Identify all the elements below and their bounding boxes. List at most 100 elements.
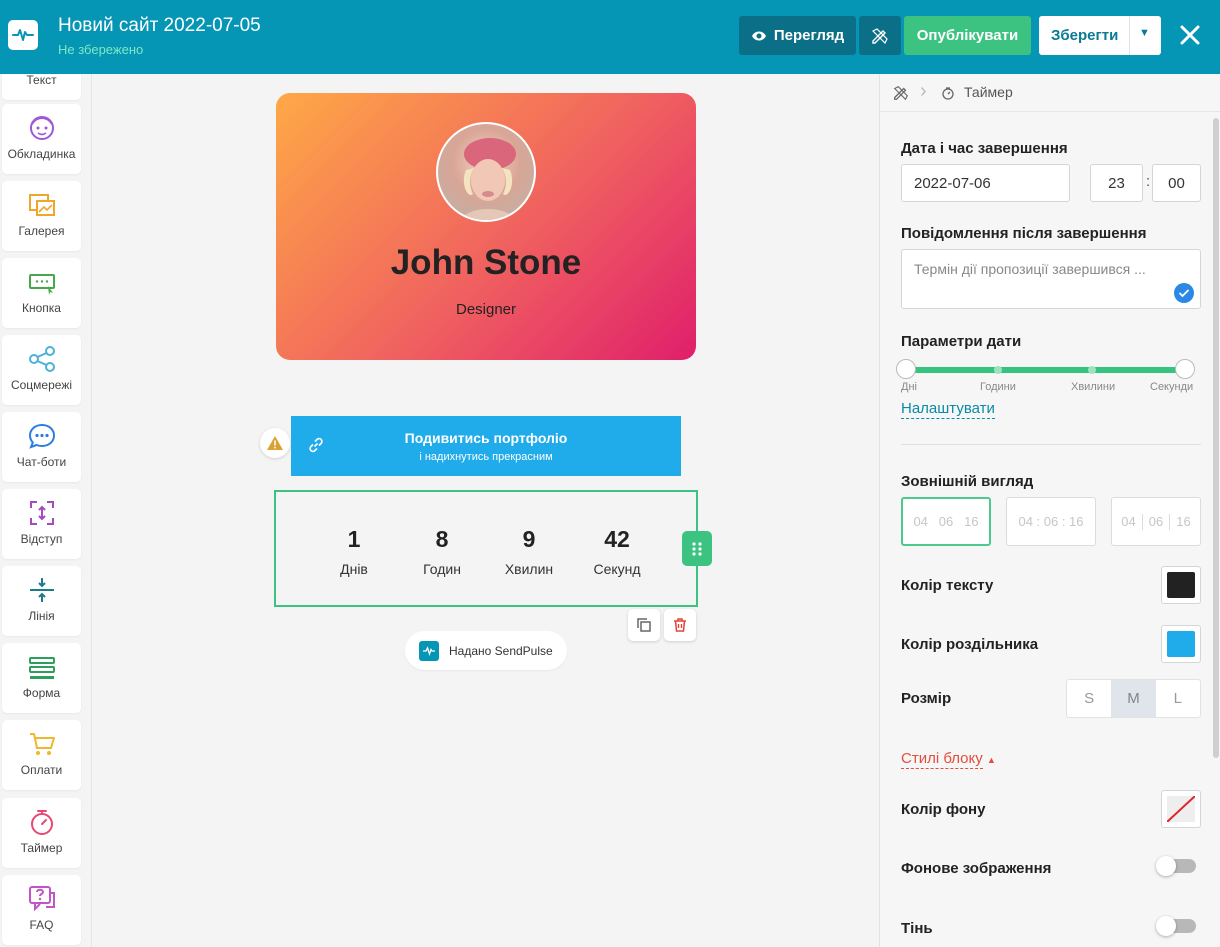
sidebar-item-faq[interactable]: FAQ: [2, 875, 81, 945]
sidebar-item-label: Таймер: [20, 841, 63, 855]
eye-icon: [751, 31, 766, 40]
sendpulse-logo-icon: [419, 640, 439, 661]
timer-value: 9: [522, 526, 536, 552]
timer-unit: Хвилин: [504, 561, 554, 577]
sidebar-item-spacing[interactable]: Відступ: [2, 489, 81, 559]
bg-color-swatch[interactable]: [1161, 790, 1201, 828]
duplicate-button[interactable]: [628, 609, 660, 641]
text-color-label: Колір тексту: [901, 577, 994, 594]
form-icon: [26, 651, 58, 683]
option-days: 04: [1121, 514, 1136, 529]
sidebar-item-line[interactable]: Лінія: [2, 566, 81, 636]
save-divider: [1129, 16, 1130, 55]
timer-unit: Днів: [340, 561, 368, 577]
sidebar-item-label: Оплати: [20, 763, 63, 777]
check-icon: [1174, 283, 1194, 303]
sidebar-item-chatbots[interactable]: Чат-боти: [2, 412, 81, 482]
portfolio-button-subtitle: і надихнутись прекрасним: [419, 451, 553, 463]
sidebar-item-label: Галерея: [18, 224, 65, 238]
bg-color-label: Колір фону: [901, 801, 986, 818]
share-icon: [26, 343, 58, 375]
profile-role: Designer: [455, 301, 517, 318]
appearance-option-spaced[interactable]: 04 06 16: [901, 497, 991, 546]
time-separator: :: [1146, 173, 1151, 190]
spacing-icon: [26, 497, 58, 529]
pencil-ruler-icon[interactable]: [892, 84, 910, 107]
size-option-l[interactable]: L: [1156, 680, 1200, 717]
size-option-s[interactable]: S: [1067, 680, 1111, 717]
delete-button[interactable]: [664, 609, 696, 641]
no-color-icon: [1166, 795, 1196, 823]
appearance-option-colon[interactable]: 04 : 06 : 16: [1006, 497, 1096, 546]
faq-icon: [26, 883, 58, 915]
size-selector: S M L: [1066, 679, 1201, 718]
preview-button[interactable]: Перегляд: [739, 16, 856, 55]
slider-label: Дні: [901, 381, 917, 393]
portfolio-button[interactable]: Подивитись портфоліо і надихнутись прекр…: [291, 416, 681, 476]
close-icon[interactable]: [1177, 22, 1203, 48]
sidebar-item-timer[interactable]: Таймер: [2, 798, 81, 868]
option-days: 04: [913, 514, 928, 529]
end-datetime-label: Дата і час завершення: [901, 140, 1068, 157]
end-hour-input[interactable]: 23: [1090, 164, 1143, 202]
sidebar-item-form[interactable]: Форма: [2, 643, 81, 713]
option-hours: 06: [938, 514, 954, 529]
sidebar-item-label: Текст: [26, 74, 57, 87]
timer-unit: Годин: [423, 561, 461, 577]
sidebar-item-button[interactable]: Кнопка: [2, 258, 81, 328]
bg-image-label: Фонове зображення: [901, 860, 1052, 877]
sendpulse-badge[interactable]: Надано SendPulse: [405, 631, 567, 670]
sidebar-item-label: FAQ: [29, 918, 54, 932]
divider: [901, 444, 1201, 445]
size-label: Розмір: [901, 690, 952, 707]
timer-block[interactable]: 1 Днів 8 Годин 9 Хвилин 42 Секунд: [274, 490, 698, 607]
text-color-swatch[interactable]: [1161, 566, 1201, 604]
sidebar-item-cover[interactable]: Обкладинка: [2, 104, 81, 174]
save-status: Не збережено: [58, 42, 144, 57]
sidebar-item-label: Форма: [22, 686, 61, 700]
sidebar-item-social[interactable]: Соцмережі: [2, 335, 81, 405]
timer-seconds: 42 Секунд: [577, 526, 657, 577]
message-textarea[interactable]: Термін дії пропозиції завершився ...: [901, 249, 1201, 309]
block-styles-link[interactable]: Стилі блоку: [901, 750, 983, 769]
slider-label: Секунди: [1150, 381, 1194, 393]
profile-card[interactable]: John Stone Designer: [276, 93, 696, 360]
sidebar-item-payments[interactable]: Оплати: [2, 720, 81, 790]
timer-unit: Секунд: [593, 561, 641, 577]
breadcrumb: › Таймер: [880, 74, 1220, 112]
configure-link[interactable]: Налаштувати: [901, 400, 995, 419]
end-date-input[interactable]: 2022-07-06: [901, 164, 1070, 202]
separator-color-label: Колір роздільника: [901, 636, 1039, 653]
top-bar: Новий сайт 2022-07-05 Не збережено Перег…: [0, 0, 1220, 74]
design-tools-button[interactable]: [859, 16, 901, 55]
drag-handle-icon[interactable]: [682, 531, 712, 566]
bg-image-toggle[interactable]: [1156, 856, 1196, 876]
chatbot-icon: [26, 420, 58, 452]
site-title: Новий сайт 2022-07-05: [58, 15, 261, 36]
sendpulse-badge-text: Надано SendPulse: [449, 643, 553, 658]
date-params-label: Параметри дати: [901, 333, 1022, 350]
portfolio-button-title: Подивитись портфоліо: [404, 430, 568, 446]
chevron-down-icon[interactable]: ▼: [1139, 27, 1150, 39]
slider-handle-start[interactable]: [896, 359, 916, 379]
date-params-slider[interactable]: [906, 367, 1184, 373]
publish-button[interactable]: Опублікувати: [904, 16, 1031, 55]
warning-icon[interactable]: [260, 428, 290, 458]
timer-hours: 8 Годин: [402, 526, 482, 577]
option-minutes: 16: [964, 514, 979, 529]
separator-color-swatch[interactable]: [1161, 625, 1201, 663]
slider-handle-end[interactable]: [1175, 359, 1195, 379]
appearance-option-bars[interactable]: 04 06 16: [1111, 497, 1201, 546]
message-label: Повідомлення після завершення: [901, 225, 1147, 242]
sidebar-item-text[interactable]: Текст: [2, 74, 81, 100]
slider-stop: [1088, 366, 1096, 374]
divider-icon: [26, 574, 58, 606]
size-option-m[interactable]: M: [1111, 680, 1156, 717]
shadow-toggle[interactable]: [1156, 916, 1196, 936]
save-button[interactable]: Зберегти ▼: [1039, 16, 1161, 55]
end-minute-input[interactable]: 00: [1152, 164, 1201, 202]
sidebar-item-gallery[interactable]: Галерея: [2, 181, 81, 251]
sidebar-item-label: Соцмережі: [10, 378, 73, 392]
sendpulse-logo-icon[interactable]: [8, 20, 38, 50]
panel-scrollbar[interactable]: [1213, 118, 1219, 758]
